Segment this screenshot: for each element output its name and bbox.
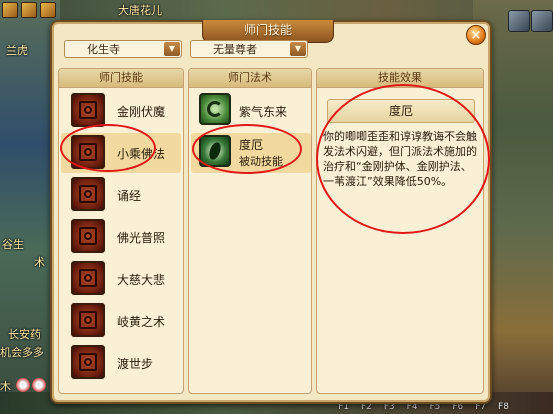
skill-item-xiaocheng-fofa[interactable]: 小乘佛法 bbox=[61, 133, 181, 173]
swirl-icon bbox=[199, 93, 231, 125]
chat-fragment: 兰虎 bbox=[6, 44, 28, 57]
faction-skill-window: 师门技能 × 化生寺 ▼ 无量尊者 ▼ 师门技能 金刚伏魔 小乘佛法 诵经 佛光… bbox=[50, 20, 492, 404]
pet-icon[interactable] bbox=[21, 2, 37, 18]
skill-item-jingang-fumo[interactable]: 金刚伏魔 bbox=[61, 91, 181, 131]
skill-item-label: 岐黄之术 bbox=[117, 315, 166, 329]
faction-skills-header: 师门技能 bbox=[59, 69, 183, 88]
settings-icon[interactable] bbox=[508, 10, 530, 32]
skill-icon bbox=[71, 303, 105, 337]
skill-icon bbox=[71, 219, 105, 253]
top-left-icons bbox=[2, 2, 56, 18]
effect-title: 度厄 bbox=[327, 99, 475, 123]
skill-icon bbox=[71, 93, 105, 127]
skill-icon bbox=[71, 135, 105, 169]
spell-item-label: 度厄 bbox=[239, 138, 264, 152]
skill-effect-panel: 技能效果 度厄 你的唧唧歪歪和谆谆教诲不会触发法术闪避，但门派法术施加的治疗和“… bbox=[316, 68, 484, 394]
chevron-down-icon[interactable]: ▼ bbox=[164, 42, 180, 56]
close-button[interactable]: × bbox=[466, 25, 486, 45]
skill-item-label: 渡世步 bbox=[117, 357, 154, 371]
skill-item-label: 大慈大悲 bbox=[117, 273, 166, 287]
faction-skills-panel: 师门技能 金刚伏魔 小乘佛法 诵经 佛光普照 大慈大悲 岐黄之术 渡世步 bbox=[58, 68, 184, 394]
spell-item-ziqi-donglai[interactable]: 紫气东来 bbox=[191, 91, 311, 131]
skill-item-label: 佛光普照 bbox=[117, 231, 166, 245]
character-icon[interactable] bbox=[2, 2, 18, 18]
chat-fragment: 术 bbox=[34, 256, 45, 269]
chat-fragment: 长安药 bbox=[8, 328, 41, 341]
spell-item-label: 紫气东来 bbox=[239, 105, 288, 119]
top-bar bbox=[0, 0, 553, 22]
skill-item-label: 金刚伏魔 bbox=[117, 105, 166, 119]
skill-item-dushi-bu[interactable]: 渡世步 bbox=[61, 343, 181, 383]
faction-select[interactable]: 化生寺 ▼ bbox=[64, 40, 182, 58]
faction-spells-header: 师门法术 bbox=[189, 69, 311, 88]
chat-fragment: 谷生 bbox=[2, 238, 24, 251]
skill-source-select-value: 无量尊者 bbox=[213, 43, 257, 56]
emoji-icon[interactable] bbox=[32, 378, 46, 392]
map-location-label: 大唐花儿 bbox=[118, 4, 162, 17]
skill-item-label: 诵经 bbox=[117, 189, 142, 203]
skill-icon bbox=[71, 261, 105, 295]
skill-icon bbox=[71, 177, 105, 211]
leaf-icon bbox=[199, 135, 231, 167]
chevron-down-icon[interactable]: ▼ bbox=[290, 42, 306, 56]
skill-source-select[interactable]: 无量尊者 ▼ bbox=[190, 40, 308, 58]
faction-spells-panel: 师门法术 紫气东来 度厄 被动技能 bbox=[188, 68, 312, 394]
skill-effect-header: 技能效果 bbox=[317, 69, 483, 88]
calendar-icon[interactable] bbox=[40, 2, 56, 18]
skill-item-daci-dabei[interactable]: 大慈大悲 bbox=[61, 259, 181, 299]
faction-select-value: 化生寺 bbox=[87, 43, 120, 56]
function-key[interactable]: F8 bbox=[498, 402, 509, 412]
effect-description: 你的唧唧歪歪和谆谆教诲不会触发法术闪避，但门派法术施加的治疗和“金刚护体、金刚护… bbox=[323, 130, 477, 188]
skill-item-songjing[interactable]: 诵经 bbox=[61, 175, 181, 215]
skill-icon bbox=[71, 345, 105, 379]
skill-item-foguang-puzhao[interactable]: 佛光普照 bbox=[61, 217, 181, 257]
skill-item-label: 小乘佛法 bbox=[117, 147, 166, 161]
spell-item-du-e[interactable]: 度厄 被动技能 bbox=[191, 133, 311, 173]
skill-item-qihuang-zhishu[interactable]: 岐黄之术 bbox=[61, 301, 181, 341]
chat-fragment: 木 bbox=[0, 380, 11, 393]
spell-item-type: 被动技能 bbox=[239, 155, 283, 168]
chat-fragment: 机会多多 bbox=[0, 346, 44, 359]
emoji-icon[interactable] bbox=[16, 378, 30, 392]
map-icon[interactable] bbox=[531, 10, 553, 32]
